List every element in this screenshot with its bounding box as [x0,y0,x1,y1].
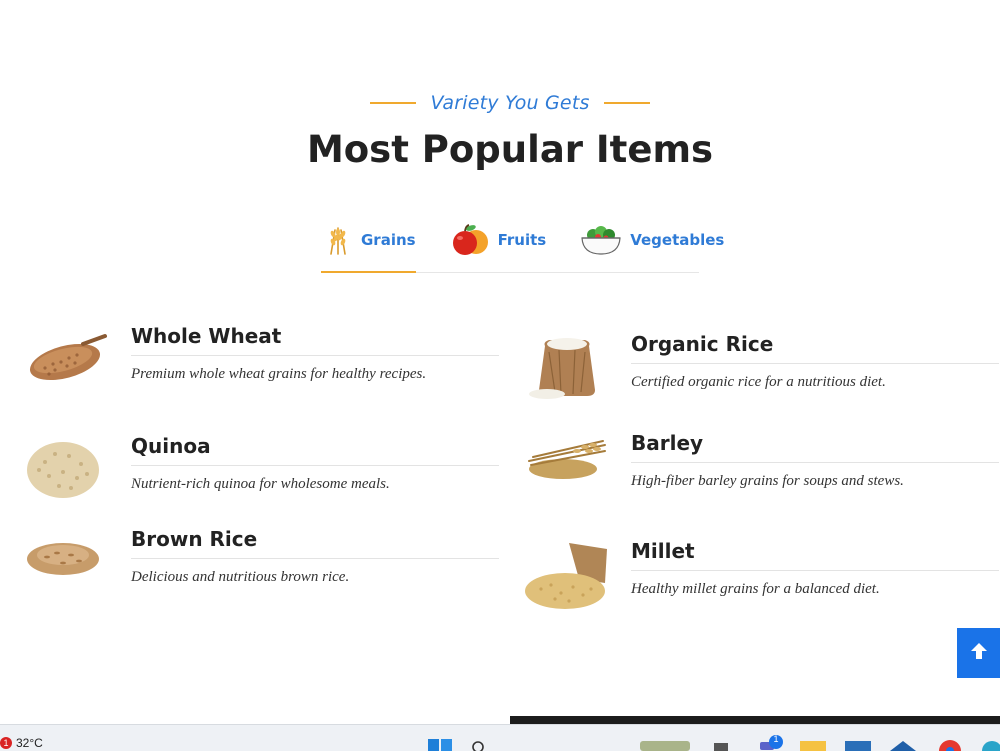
item-description: Premium whole wheat grains for healthy r… [131,366,427,382]
whole-wheat-image [25,324,109,408]
tab-fruits-label: Fruits [497,231,547,249]
category-tabs: Grains Fruits Vegetables [321,220,724,273]
decorative-line-right [603,102,650,104]
tab-vegetables-label: Vegetables [630,231,725,249]
item-description: Healthy millet grains for a balanced die… [631,581,880,597]
organic-rice-image [525,332,609,416]
fruits-icon [448,223,492,257]
item-name: Brown Rice [131,527,499,559]
tab-grains[interactable]: Grains [321,220,416,273]
tab-fruits[interactable]: Fruits [448,220,547,260]
item-description: Delicious and nutritious brown rice. [131,569,350,585]
section-title: Most Popular Items [306,128,714,171]
barley-image [525,431,609,515]
item-description: High-fiber barley grains for soups and s… [631,473,904,489]
footer-edge [510,716,1000,724]
scroll-to-top-button[interactable] [957,628,1000,678]
brown-rice-image [25,527,109,611]
notification-count: 1 [773,734,779,744]
item-description: Certified organic rice for a nutritious … [631,374,886,390]
item-name: Organic Rice [631,332,999,364]
weather-temperature: 32°C [16,736,43,750]
item-name: Millet [631,539,999,571]
weather-widget[interactable]: 1 32°C [0,736,43,750]
quinoa-image [25,434,109,518]
chat-icon[interactable]: 1 [760,734,786,750]
section-subtitle-row: Variety You Gets [10,92,1000,114]
item-name: Whole Wheat [131,324,499,356]
item-description: Nutrient-rich quinoa for wholesome meals… [131,476,390,492]
arrow-up-icon [969,641,989,666]
item-name: Quinoa [131,434,499,466]
weather-alert-badge: 1 [0,737,12,749]
section-subtitle: Variety You Gets [430,92,590,114]
item-name: Barley [631,431,999,463]
decorative-line-left [370,102,417,104]
tab-vegetables[interactable]: Vegetables [578,220,724,260]
tab-grains-label: Grains [361,231,416,249]
wheat-icon [321,223,355,257]
millet-image [525,539,609,623]
vegetables-bowl-icon [578,223,624,257]
